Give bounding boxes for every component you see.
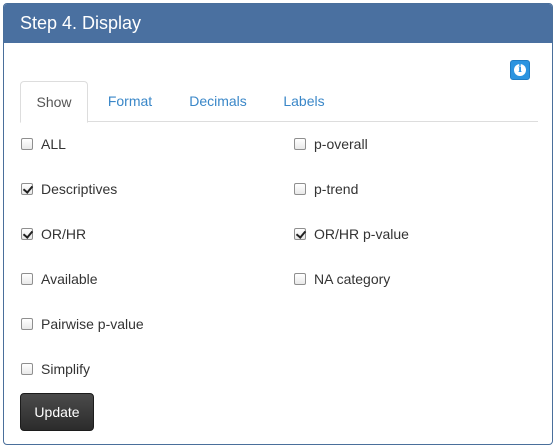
option-label: Available: [41, 271, 98, 287]
tab-bar: Show Format Decimals Labels: [20, 81, 538, 123]
option-label: OR/HR: [41, 226, 87, 242]
option-na-category[interactable]: NA category: [294, 269, 390, 289]
info-icon: i: [514, 64, 526, 76]
display-panel: Step 4. Display i Show Format Decimals L…: [3, 3, 553, 445]
panel-title: Step 4. Display: [4, 4, 552, 43]
option-or-hr[interactable]: OR/HR: [21, 224, 86, 244]
option-available[interactable]: Available: [21, 269, 98, 289]
checkbox[interactable]: [294, 228, 306, 240]
option-label: NA category: [314, 271, 391, 287]
checkbox[interactable]: [21, 183, 33, 195]
tab-decimals[interactable]: Decimals: [178, 81, 258, 122]
checkbox[interactable]: [21, 318, 33, 330]
option-p-trend[interactable]: p-trend: [294, 179, 358, 199]
option-pairwise-p-value[interactable]: Pairwise p-value: [21, 314, 144, 334]
option-label: Pairwise p-value: [41, 316, 144, 332]
option-simplify[interactable]: Simplify: [21, 359, 90, 379]
option-label: Simplify: [41, 361, 91, 377]
checkbox[interactable]: [21, 273, 33, 285]
option-label: OR/HR p-value: [314, 226, 409, 242]
tab-labels[interactable]: Labels: [272, 81, 336, 122]
option-all[interactable]: ALL: [21, 134, 66, 154]
checkbox[interactable]: [21, 138, 33, 150]
option-label: p-overall: [314, 136, 368, 152]
checkbox[interactable]: [294, 273, 306, 285]
option-descriptives[interactable]: Descriptives: [21, 179, 117, 199]
info-button[interactable]: i: [510, 60, 530, 80]
tab-format[interactable]: Format: [96, 81, 164, 122]
option-label: Descriptives: [41, 181, 118, 197]
checkbox[interactable]: [294, 183, 306, 195]
option-or-hr-p-value[interactable]: OR/HR p-value: [294, 224, 409, 244]
tab-show[interactable]: Show: [20, 81, 88, 123]
option-label: ALL: [41, 136, 66, 152]
checkbox[interactable]: [21, 363, 33, 375]
option-p-overall[interactable]: p-overall: [294, 134, 368, 154]
option-label: p-trend: [314, 181, 359, 197]
checkbox[interactable]: [294, 138, 306, 150]
update-button[interactable]: Update: [20, 393, 94, 431]
checkbox[interactable]: [21, 228, 33, 240]
